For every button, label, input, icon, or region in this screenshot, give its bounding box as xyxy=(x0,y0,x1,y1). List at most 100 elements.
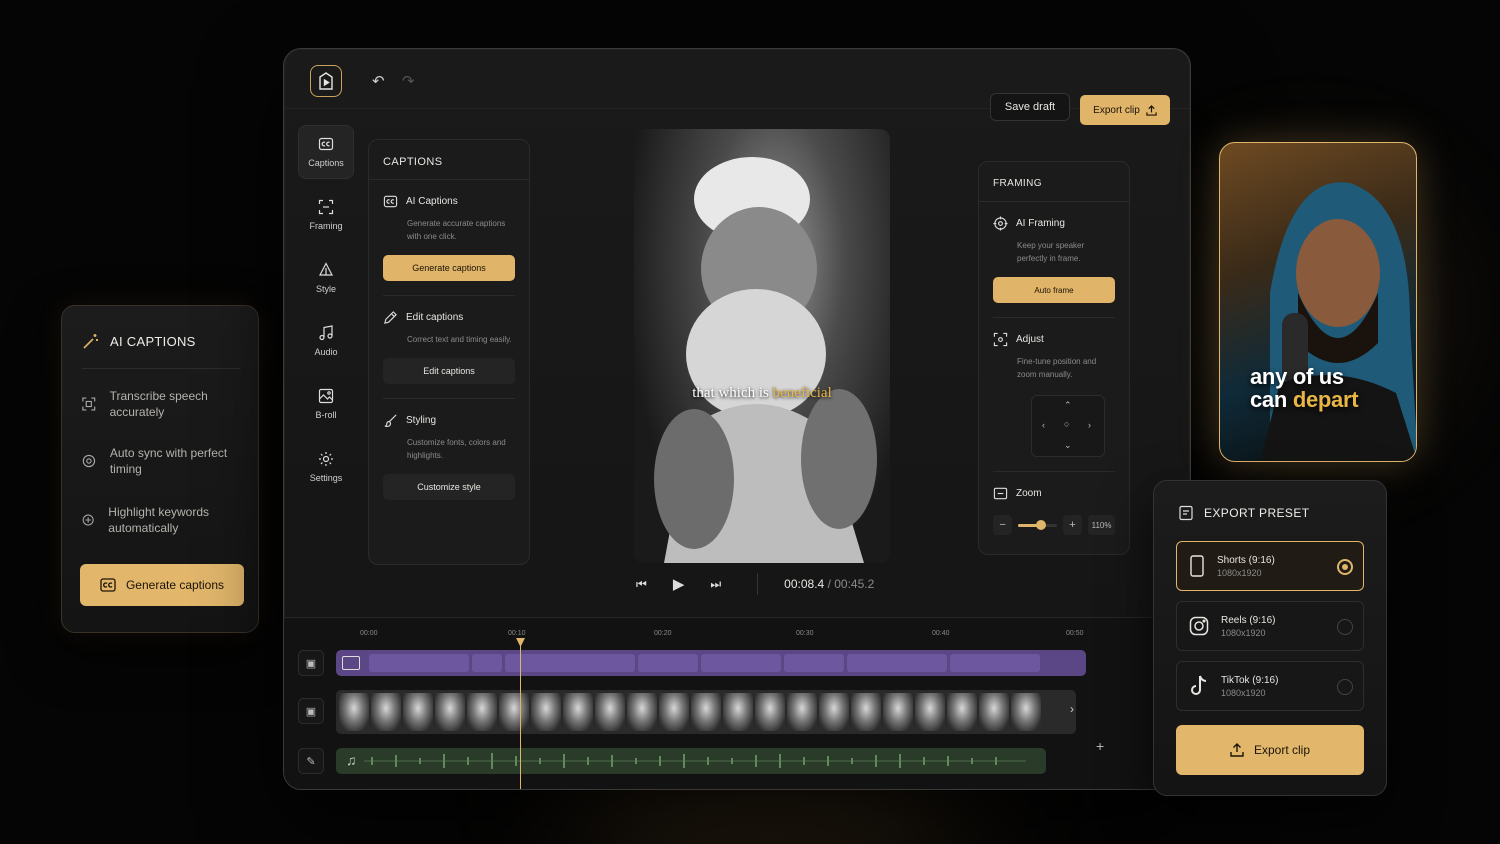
nav-label: Framing xyxy=(309,221,343,231)
caption-clip[interactable] xyxy=(638,654,698,672)
play-icon[interactable]: ▶ xyxy=(673,575,685,593)
zoom-slider-handle[interactable] xyxy=(1036,519,1047,530)
panel-title: CAPTIONS xyxy=(369,140,529,180)
caption-track-icon[interactable]: ▣ xyxy=(298,650,324,676)
zoom-value: 110% xyxy=(1088,515,1116,535)
section-title: Edit captions xyxy=(406,312,464,323)
sidebar-item-b-roll[interactable]: B-roll xyxy=(298,377,354,431)
export-clip-label: Export clip xyxy=(1093,104,1140,116)
video-frame-thumbnail xyxy=(499,693,529,731)
zoom-controls: − + 110% xyxy=(993,515,1116,535)
preset-reels[interactable]: Reels (9:16) 1080x1920 xyxy=(1176,601,1364,651)
upload-icon xyxy=(1230,743,1244,757)
sidebar-item-captions[interactable]: Captions xyxy=(298,125,354,179)
audio-track-icon[interactable]: ✎ xyxy=(298,748,324,774)
video-track-icon[interactable]: ▣ xyxy=(298,698,324,724)
caption-clip[interactable] xyxy=(701,654,781,672)
customize-style-button[interactable]: Customize style xyxy=(383,474,515,500)
timeline: 00:00 00:10 00:20 00:30 00:40 00:50 ▣ ▣ … xyxy=(284,617,1190,789)
position-dpad: ⌃ ‹ ○ › ⌄ xyxy=(1031,395,1105,457)
auto-frame-button[interactable]: Auto frame xyxy=(993,277,1115,303)
sidebar-item-settings[interactable]: Settings xyxy=(298,440,354,494)
caption-clip[interactable] xyxy=(847,654,947,672)
zoom-slider[interactable] xyxy=(1018,519,1057,530)
preset-resolution: 1080x1920 xyxy=(1221,627,1266,638)
video-frame-thumbnail xyxy=(339,693,369,731)
video-track[interactable] xyxy=(336,690,1076,734)
redo-icon[interactable]: ↷ xyxy=(402,74,418,90)
generate-captions-button[interactable]: Generate captions xyxy=(383,255,515,281)
button-label: Auto frame xyxy=(1034,285,1074,295)
section-title: Adjust xyxy=(1016,334,1044,345)
preset-radio-selected[interactable] xyxy=(1337,559,1353,575)
time-tick: 00:20 xyxy=(654,630,672,637)
save-draft-button[interactable]: Save draft xyxy=(990,93,1070,121)
preset-name: Shorts (9:16) xyxy=(1217,554,1275,566)
scan-icon xyxy=(82,397,96,411)
preset-radio[interactable] xyxy=(1337,679,1353,695)
audio-track[interactable]: ♫ xyxy=(336,748,1046,774)
preview-card: any of us can depart xyxy=(1219,142,1417,462)
caption-text: that which is xyxy=(692,385,769,401)
sidebar-item-audio[interactable]: Audio xyxy=(298,314,354,368)
skip-back-icon[interactable]: ⏮ xyxy=(636,577,647,592)
video-preview[interactable]: that which is beneficial xyxy=(634,129,890,563)
captions-panel: CAPTIONS AI Captions Generate accurate c… xyxy=(368,139,530,565)
ai-framing-section: AI Framing Keep your speaker perfectly i… xyxy=(979,202,1129,303)
chevron-right-icon[interactable]: › xyxy=(1070,702,1074,716)
zoom-out-button[interactable]: − xyxy=(993,515,1013,535)
arrow-left-icon[interactable]: ‹ xyxy=(1042,420,1045,430)
section-desc: Customize fonts, colors and highlights. xyxy=(407,438,506,460)
undo-icon[interactable]: ↶ xyxy=(372,74,388,90)
time-tick: 00:10 xyxy=(508,630,526,637)
add-track-button[interactable]: + xyxy=(1096,738,1104,754)
caption-highlight: beneficial xyxy=(772,385,832,401)
feature-sync: Auto sync with perfect timing xyxy=(82,445,242,477)
preset-resolution: 1080x1920 xyxy=(1217,567,1262,578)
caption-clip[interactable] xyxy=(784,654,844,672)
ai-captions-title: AI CAPTIONS xyxy=(82,332,196,350)
caption-track[interactable] xyxy=(336,650,1086,676)
zoom-in-button[interactable]: + xyxy=(1062,515,1083,535)
edit-captions-button[interactable]: Edit captions xyxy=(383,358,515,384)
tiktok-icon xyxy=(1191,675,1207,695)
preset-radio[interactable] xyxy=(1337,619,1353,635)
audio-waveform xyxy=(364,753,1026,769)
preset-tiktok[interactable]: TikTok (9:16) 1080x1920 xyxy=(1176,661,1364,711)
section-desc: Correct text and timing easily. xyxy=(407,335,512,344)
video-frame-thumbnail xyxy=(435,693,465,731)
image-icon xyxy=(318,388,334,404)
skip-forward-icon[interactable]: ⏭ xyxy=(710,577,721,592)
export-clip-button[interactable]: Export clip xyxy=(1080,95,1170,125)
time-separator: / xyxy=(827,577,831,591)
sidebar-item-style[interactable]: Style xyxy=(298,251,354,305)
export-preset-card: EXPORT PRESET Shorts (9:16) 1080x1920 Ree… xyxy=(1153,480,1387,796)
video-frame-thumbnail xyxy=(467,693,497,731)
generate-captions-button[interactable]: Generate captions xyxy=(80,564,244,606)
frame-icon xyxy=(318,199,334,215)
section-title: Zoom xyxy=(1016,488,1042,499)
preset-shorts[interactable]: Shorts (9:16) 1080x1920 xyxy=(1176,541,1364,591)
sidebar-item-framing[interactable]: Framing xyxy=(298,188,354,242)
caption-clip[interactable] xyxy=(369,654,469,672)
arrow-down-icon[interactable]: ⌄ xyxy=(1064,440,1072,451)
arrow-right-icon[interactable]: › xyxy=(1088,420,1091,430)
caption-clip[interactable] xyxy=(505,654,635,672)
playback-controls: ⏮ ▶ ⏭ 00:08.4 / 00:45.2 xyxy=(636,569,936,599)
export-clip-button[interactable]: Export clip xyxy=(1176,725,1364,775)
cc-icon xyxy=(342,656,360,670)
button-label: Generate captions xyxy=(412,263,486,273)
center-icon[interactable]: ○ xyxy=(1064,419,1069,429)
section-desc: Generate accurate captions with one clic… xyxy=(407,219,506,241)
video-frame-thumbnail xyxy=(787,693,817,731)
section-desc: Keep your speaker perfectly in frame. xyxy=(1017,241,1085,263)
feature-text: Transcribe speech accurately xyxy=(109,389,208,419)
arrow-up-icon[interactable]: ⌃ xyxy=(1064,400,1072,411)
playhead[interactable] xyxy=(520,640,521,789)
section-title: AI Captions xyxy=(406,196,458,207)
preview-caption-line1: any of us xyxy=(1250,364,1344,389)
caption-clip[interactable] xyxy=(472,654,502,672)
caption-clip[interactable] xyxy=(950,654,1040,672)
app-logo[interactable] xyxy=(310,65,342,97)
speaker-figure xyxy=(654,157,877,563)
